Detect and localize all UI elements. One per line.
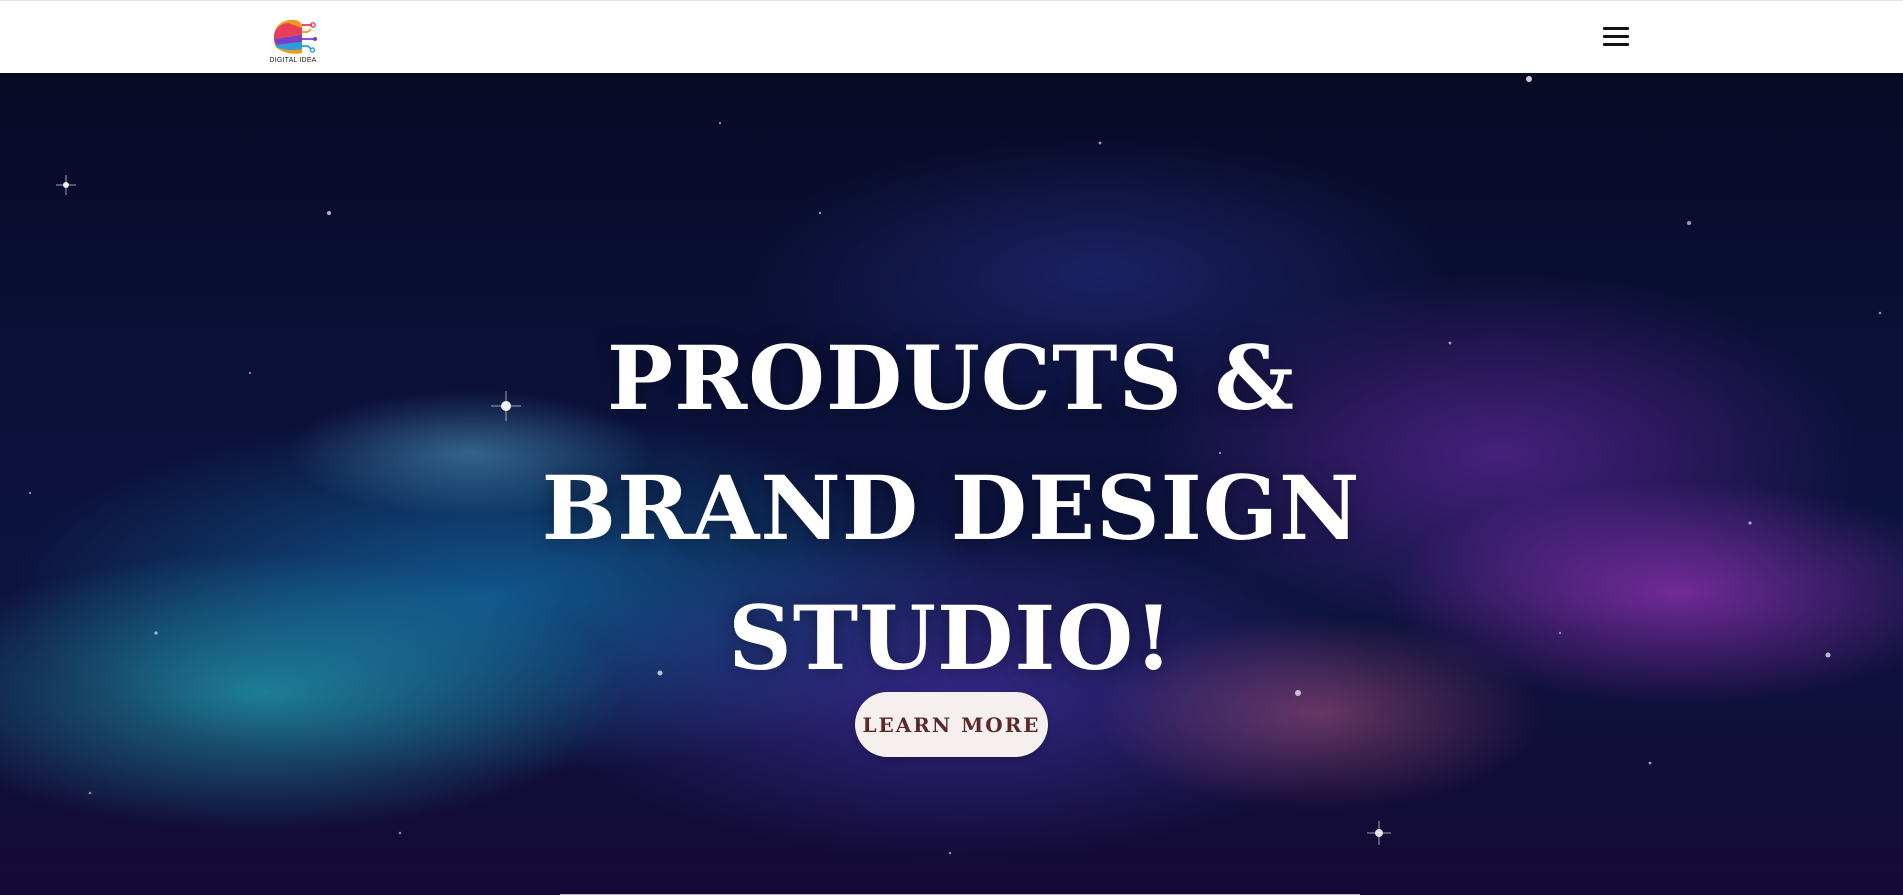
- menu-bar-bottom: [1603, 43, 1629, 46]
- hero-title-line-2: BRAND DESIGN: [541, 456, 1361, 560]
- hero-content: PRODUCTS & BRAND DESIGN STUDIO! LEARN MO…: [0, 73, 1903, 895]
- hero-title: PRODUCTS & BRAND DESIGN STUDIO!: [451, 313, 1451, 703]
- hero-title-line-3: STUDIO!: [728, 586, 1174, 690]
- hero-section: PRODUCTS & BRAND DESIGN STUDIO! LEARN MO…: [0, 73, 1903, 895]
- menu-bar-middle: [1603, 35, 1629, 38]
- learn-more-button[interactable]: LEARN MORE: [855, 692, 1048, 757]
- logo-link[interactable]: DIGITAL IDEA: [268, 15, 318, 67]
- hero-title-line-1: PRODUCTS &: [606, 326, 1296, 430]
- site-header: DIGITAL IDEA: [0, 0, 1903, 73]
- logo-text: DIGITAL IDEA: [269, 57, 317, 64]
- menu-bar-top: [1603, 27, 1629, 30]
- hamburger-menu-icon[interactable]: [1600, 24, 1632, 50]
- digital-idea-logo-icon: [274, 19, 317, 54]
